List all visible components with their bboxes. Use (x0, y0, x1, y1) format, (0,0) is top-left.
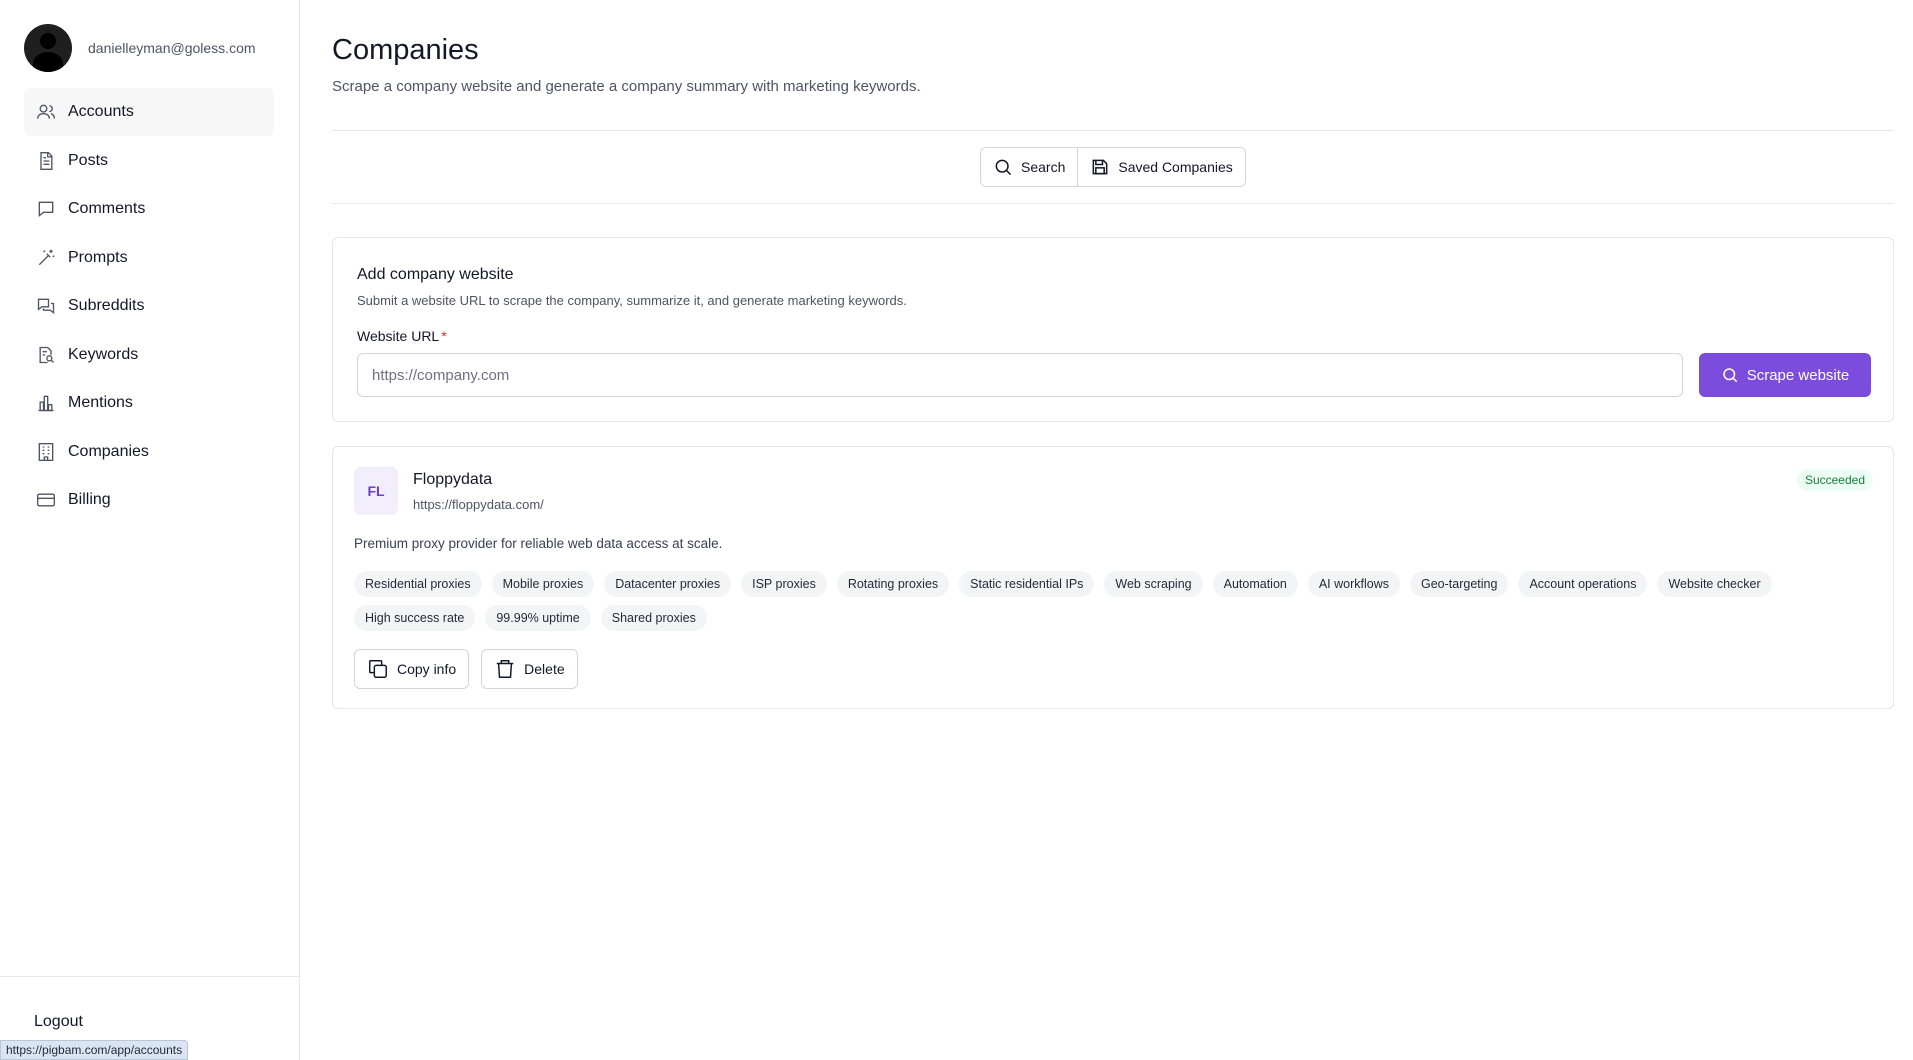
user-email: danielleyman@goless.com (88, 40, 256, 56)
page-title: Companies (332, 34, 479, 66)
company-avatar: FL (354, 467, 398, 515)
chat-bubbles-icon (36, 296, 56, 316)
sidebar-item-prompts[interactable]: Prompts (24, 234, 274, 282)
sidebar-item-label: Companies (68, 442, 149, 460)
company-name: Floppydata (413, 471, 493, 488)
save-icon (1092, 159, 1108, 175)
view-tabs: Search Saved Companies (980, 147, 1246, 187)
sidebar-item-mentions[interactable]: Mentions (24, 379, 274, 427)
sidebar-item-label: Billing (68, 491, 111, 508)
sidebar-item-posts[interactable]: Posts (24, 137, 274, 185)
sidebar-item-label: Posts (68, 151, 109, 169)
tab-label: Saved Companies (1118, 159, 1233, 175)
keyword-tag: High success rate (354, 605, 476, 631)
page-subtitle: Scrape a company website and generate a … (332, 78, 921, 95)
button-label: Scrape website (1746, 366, 1850, 384)
sidebar-item-comments[interactable]: Comments (24, 185, 274, 233)
document-icon (36, 151, 56, 171)
delete-button[interactable]: Delete (481, 649, 578, 689)
keyword-tag: Automation (1212, 571, 1298, 597)
copy-icon (369, 660, 387, 678)
document-search-icon (36, 345, 56, 365)
company-url[interactable]: https://floppydata.com/ (413, 497, 544, 512)
sidebar-item-companies[interactable]: Companies (24, 428, 274, 476)
website-url-label: Website URL * (357, 328, 447, 344)
button-label: Copy info (397, 661, 457, 677)
sidebar-item-keywords[interactable]: Keywords (24, 331, 274, 379)
credit-card-icon (36, 490, 56, 510)
logout-button[interactable]: Logout (34, 1013, 83, 1031)
keyword-tag: Static residential IPs (959, 571, 1095, 597)
keyword-tag: Web scraping (1104, 571, 1203, 597)
keyword-tag: Residential proxies (354, 571, 482, 597)
company-card: FL Floppydata https://floppydata.com/ Su… (332, 446, 1894, 709)
sidebar-item-accounts[interactable]: Accounts (24, 88, 274, 136)
keyword-tag: 99.99% uptime (485, 605, 591, 631)
scrape-website-button[interactable]: Scrape website (1699, 353, 1871, 397)
trash-icon (496, 660, 514, 678)
magic-wand-icon (36, 248, 56, 268)
keyword-tag: Account operations (1518, 571, 1648, 597)
user-icon (36, 102, 56, 122)
sidebar-item-subreddits[interactable]: Subreddits (24, 282, 274, 330)
tab-search[interactable]: Search (981, 148, 1078, 186)
copy-info-button[interactable]: Copy info (354, 649, 470, 689)
search-icon (995, 159, 1012, 176)
bar-chart-icon (36, 393, 56, 413)
sidebar-item-label: Keywords (68, 345, 139, 363)
form-description: Submit a website URL to scrape the compa… (357, 293, 907, 308)
required-mark: * (441, 328, 447, 344)
sidebar-item-label: Prompts (68, 248, 128, 266)
keyword-tag: Shared proxies (600, 605, 707, 631)
avatar (24, 24, 72, 72)
keyword-tag: AI workflows (1307, 571, 1400, 597)
keyword-tag: Rotating proxies (836, 571, 950, 597)
status-bar-url: https://pigbam.com/app/accounts (0, 1040, 189, 1060)
status-badge: Succeeded (1796, 469, 1873, 491)
keyword-tag: Website checker (1657, 571, 1772, 597)
form-title: Add company website (357, 266, 514, 283)
sidebar-nav: Accounts Posts Comments Prompts Subreddi… (24, 88, 274, 525)
user-profile[interactable]: danielleyman@goless.com (24, 24, 256, 72)
sidebar-item-label: Accounts (68, 103, 134, 120)
button-label: Delete (524, 661, 565, 677)
keyword-tag: ISP proxies (741, 571, 827, 597)
divider (332, 203, 1894, 204)
divider (332, 130, 1894, 131)
keyword-tag: Datacenter proxies (604, 571, 732, 597)
tab-label: Search (1021, 159, 1066, 175)
sidebar-item-label: Mentions (68, 394, 133, 411)
building-icon (36, 442, 56, 462)
add-company-form: Add company website Submit a website URL… (332, 237, 1894, 422)
company-description: Premium proxy provider for reliable web … (354, 536, 723, 551)
search-icon (1722, 368, 1737, 383)
keyword-tag: Mobile proxies (491, 571, 595, 597)
sidebar-item-label: Comments (68, 200, 146, 217)
company-actions: Copy info Delete (354, 649, 578, 689)
sidebar: danielleyman@goless.com Accounts Posts C… (0, 0, 300, 1060)
tab-saved-companies[interactable]: Saved Companies (1077, 148, 1245, 186)
website-url-input[interactable] (357, 353, 1683, 397)
keyword-tags: Residential proxies Mobile proxies Datac… (354, 571, 1874, 631)
keyword-tag: Geo-targeting (1410, 571, 1509, 597)
message-icon (36, 199, 56, 219)
sidebar-item-label: Subreddits (68, 297, 145, 314)
sidebar-item-billing[interactable]: Billing (24, 476, 274, 524)
